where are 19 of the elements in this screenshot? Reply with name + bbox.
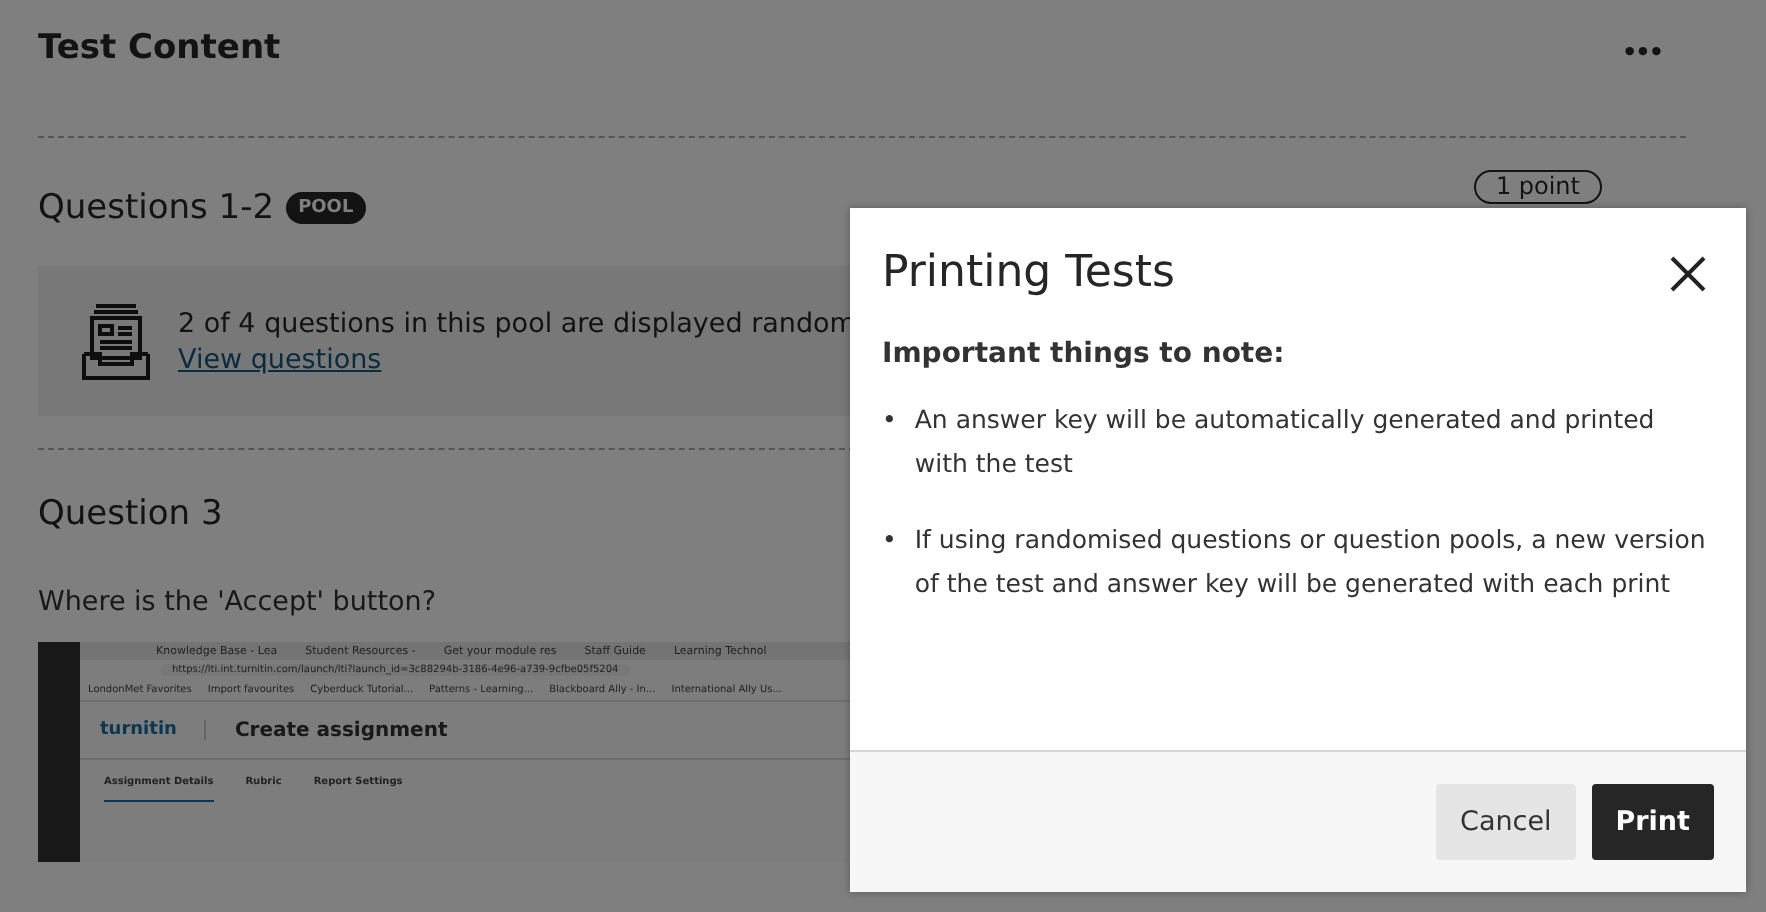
question-prompt: Where is the 'Accept' button?	[38, 586, 438, 618]
page-title: Test Content	[38, 28, 281, 68]
question-pool-icon	[82, 303, 150, 379]
points-pill: 1 point	[1473, 169, 1602, 203]
dialog-title: Printing Tests	[882, 248, 1175, 298]
note-text: If using randomised questions or question pools, a new version of the test and answer key will be generated with each print	[914, 522, 1708, 602]
section-title: Questions 1-2	[38, 188, 275, 228]
dialog-subtitle: Important things to note:	[882, 338, 1287, 370]
cancel-button[interactable]: Cancel	[1436, 784, 1576, 860]
note-text: An answer key will be automatically generated and printed with the test	[914, 402, 1657, 482]
more-options-button[interactable]: •••	[1621, 38, 1662, 66]
bullet-mark: •	[882, 402, 897, 438]
question-title: Question 3	[38, 494, 225, 534]
brand-logo: turnitin	[100, 720, 207, 740]
close-icon[interactable]	[1670, 255, 1706, 291]
print-button[interactable]: Print	[1591, 784, 1714, 860]
pool-badge: POOL	[286, 192, 366, 224]
app-heading: Create assignment	[234, 719, 448, 741]
bullet-mark: •	[882, 522, 897, 558]
